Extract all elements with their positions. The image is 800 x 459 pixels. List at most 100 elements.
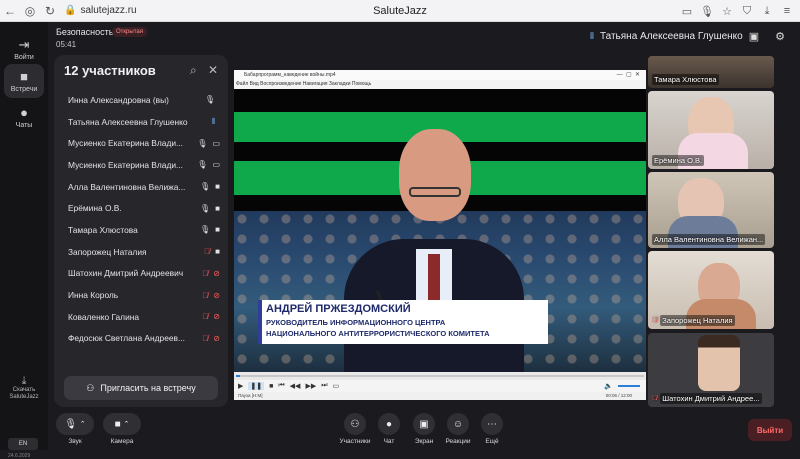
screen-share-button[interactable]: ▣ xyxy=(413,413,435,435)
participant-row[interactable]: Инна Король 🎙̸ ⊘ xyxy=(54,284,228,306)
video-tile[interactable]: 🎙̸ Шатохин Дмитрий Андрее... xyxy=(648,333,774,407)
home-icon[interactable]: ◎ xyxy=(20,1,40,21)
participant-row[interactable]: Татьяна Алексеевна Глушенко ⦀ xyxy=(54,111,228,133)
shield-icon[interactable]: ⛉ xyxy=(740,5,754,18)
chat-icon: ● xyxy=(385,418,393,430)
screen-icon: ▣ xyxy=(419,418,429,430)
next-icon[interactable]: ⏭ xyxy=(321,382,327,390)
video-tile[interactable]: Тамара Хлюстова xyxy=(648,56,774,88)
participant-row[interactable]: Алла Валентиновна Велижа... 🎙 ■ xyxy=(54,176,228,198)
camera-on-icon: ■ xyxy=(215,182,220,192)
camera-on-icon: ■ xyxy=(215,203,220,213)
participant-face xyxy=(698,335,740,391)
smile-icon: ☺ xyxy=(452,418,464,430)
player-menu[interactable]: Файл Вид Воспроизведение Навигация Закла… xyxy=(234,80,646,89)
play-icon[interactable]: ▶ xyxy=(238,382,243,390)
login-icon: ⇥ xyxy=(18,36,30,52)
player-controls: ▶ ❚❚ ■ ⏮ ◀◀ ▶▶ ⏭ ▭ 🔈 xyxy=(234,380,646,392)
seek-bar[interactable] xyxy=(234,372,646,380)
participant-name: Татьяна Алексеевна Глушенко xyxy=(68,116,188,127)
participants-list: Инна Александровна (вы) 🎙 Татьяна Алексеев… xyxy=(54,89,228,349)
video-frame: АНДРЕЙ ПРЖЕЗДОМСКИЙ РУКОВОДИТЕЛЬ ИНФОРМА… xyxy=(234,89,646,372)
participant-row[interactable]: Коваленко Галина 🎙̸ ⊘ xyxy=(54,306,228,328)
reactions-button[interactable]: ☺ xyxy=(447,413,469,435)
participant-name: Запорожец Наталия xyxy=(68,246,147,257)
sound-button[interactable]: 🎙 ⌃ xyxy=(56,413,94,435)
rail-item-label: Встречи xyxy=(10,85,38,93)
invite-button[interactable]: ⚇ Пригласить на встречу xyxy=(64,376,218,400)
camera-icon: ■ xyxy=(20,68,28,84)
participant-row[interactable]: Тамара Хлюстова 🎙 ■ xyxy=(54,219,228,241)
mic-off-icon: 🎙̸ xyxy=(202,312,209,322)
gear-icon[interactable]: ⚙ xyxy=(772,30,788,44)
participant-row[interactable]: Инна Александровна (вы) 🎙 xyxy=(54,89,228,111)
microphone-icon: 🎙 xyxy=(64,418,78,430)
meeting-timer: 05:41 xyxy=(56,40,77,49)
volume-icon[interactable]: 🔈 xyxy=(604,382,613,390)
seek-progress xyxy=(236,375,241,377)
prev-icon[interactable]: ⏮ xyxy=(278,382,284,390)
mic-on-icon: 🎙 xyxy=(200,225,211,235)
mic-off-icon: 🎙̸ xyxy=(652,395,658,402)
mic-off-icon: 🎙̸ xyxy=(652,317,658,324)
participants-button[interactable]: ⚇ xyxy=(344,413,366,435)
participant-row[interactable]: Мусиенко Екатерина Влади... 🎙 ▭ xyxy=(54,132,228,154)
url-bar[interactable]: salutejazz.ru xyxy=(80,5,136,16)
participant-row[interactable]: Федосюк Светлана Андреев... 🎙̸ ⊘ xyxy=(54,328,228,350)
rail-item-label: Войти xyxy=(14,53,34,61)
participant-row[interactable]: Мусиенко Екатерина Влади... 🎙 ▭ xyxy=(54,154,228,176)
chevron-up-icon: ⌃ xyxy=(123,421,130,428)
rail-item-meetings[interactable]: ■ Встречи xyxy=(4,64,44,98)
camera-on-icon: ■ xyxy=(215,225,220,235)
mic-on-icon: 🎙 xyxy=(197,160,208,170)
sound-label: Звук xyxy=(68,438,82,445)
camera-icon: ■ xyxy=(114,418,121,430)
download-app-link[interactable]: ⤓ Скачать SaluteJazz xyxy=(2,376,46,401)
layout-icon[interactable]: ▣ xyxy=(746,30,762,44)
video-tile[interactable]: Алла Валентиновна Велижан... xyxy=(648,172,774,248)
search-icon[interactable]: ⌕ xyxy=(190,63,197,78)
participant-row[interactable]: Шатохин Дмитрий Андреевич 🎙̸ ⊘ xyxy=(54,263,228,285)
participant-name: Федосюк Светлана Андреев... xyxy=(68,333,185,344)
participant-row[interactable]: Ерёмина О.В. 🎙 ■ xyxy=(54,197,228,219)
rail-item-chats[interactable]: ● Чаты xyxy=(4,100,44,134)
stop-icon[interactable]: ■ xyxy=(269,383,273,390)
participant-row[interactable]: Запорожец Наталия 🎙̸ ■ xyxy=(54,241,228,263)
shared-screen: Бабарпрограмм_наведение войны.mp4 — ▢ ✕ … xyxy=(234,70,646,400)
active-speaker: ⦀ Татьяна Алексеевна Глушенко xyxy=(590,31,743,42)
participant-name: Тамара Хлюстова xyxy=(68,224,138,235)
fullscreen-icon[interactable]: ▭ xyxy=(333,382,340,390)
caption-role: РУКОВОДИТЕЛЬ ИНФОРМАЦИОННОГО ЦЕНТРА xyxy=(266,318,446,327)
rail-item-login[interactable]: ⇥ Войти xyxy=(4,32,44,66)
back-icon[interactable]: ← xyxy=(0,1,20,21)
mic-off-icon: 🎙̸ xyxy=(202,290,209,300)
volume-slider[interactable] xyxy=(618,385,640,387)
mic-off-icon: 🎙̸ xyxy=(204,247,211,257)
participant-name: Алла Валентиновна Велижа... xyxy=(68,181,186,192)
more-button[interactable]: ⋯ xyxy=(481,413,503,435)
speaker-figure xyxy=(324,199,544,372)
forward-icon[interactable]: ▶▶ xyxy=(305,382,316,390)
participant-name: Инна Король xyxy=(68,290,119,301)
star-icon[interactable]: ☆ xyxy=(720,5,734,18)
pause-icon[interactable]: ❚❚ xyxy=(248,382,265,390)
video-tile[interactable]: 🎙̸ Запорожец Наталия xyxy=(648,251,774,329)
video-tile[interactable]: Ерёмина О.В. xyxy=(648,91,774,169)
camera-off-icon: ⊘ xyxy=(213,290,220,300)
mic-off-icon: 🎙̸ xyxy=(202,333,209,343)
download-icon[interactable]: ⤓ xyxy=(760,5,774,18)
rewind-icon[interactable]: ◀◀ xyxy=(290,382,301,390)
close-icon[interactable]: ✕ xyxy=(208,63,218,77)
chat-button[interactable]: ● xyxy=(378,413,400,435)
mic-on-icon: 🎙 xyxy=(200,182,211,192)
camera-off-icon: ⊘ xyxy=(213,312,220,322)
menu-icon[interactable]: ≡ xyxy=(780,5,794,17)
leave-button[interactable]: Выйти xyxy=(748,419,792,441)
camera-button[interactable]: ■ ⌃ xyxy=(103,413,141,435)
refresh-icon[interactable]: ↻ xyxy=(40,1,60,21)
participant-name: Мусиенко Екатерина Влади... xyxy=(68,138,183,149)
window-buttons[interactable]: — ▢ ✕ xyxy=(617,70,640,80)
camera-indicator-icon[interactable]: ▭ xyxy=(680,5,694,18)
language-switch[interactable]: EN xyxy=(8,438,38,450)
mic-indicator-icon[interactable]: 🎙 xyxy=(700,5,714,18)
